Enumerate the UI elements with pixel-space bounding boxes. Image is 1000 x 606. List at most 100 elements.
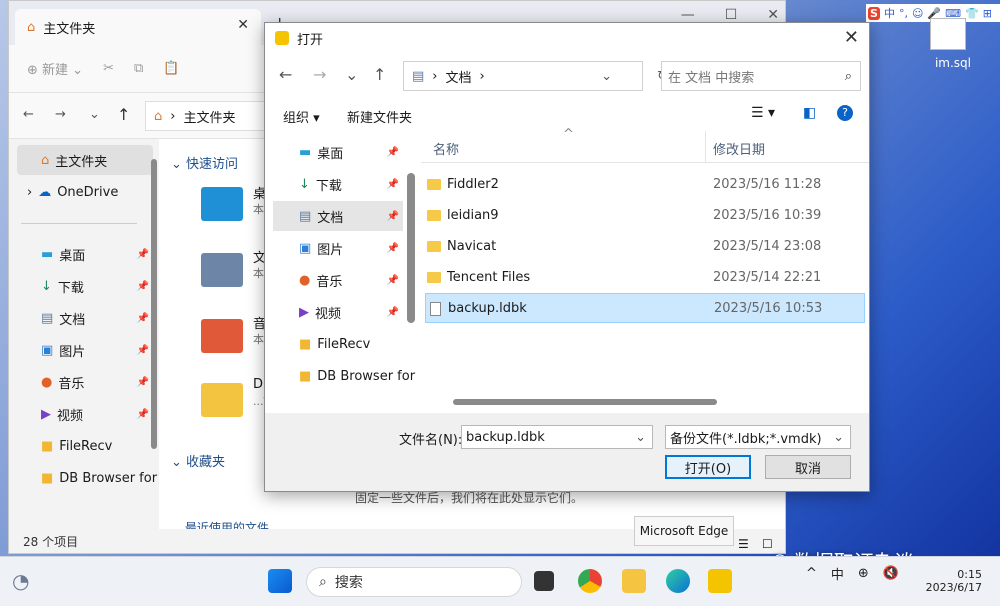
list-icon[interactable]: ☰ xyxy=(738,537,749,551)
column-name[interactable]: 名称 xyxy=(433,139,459,158)
new-button[interactable]: ⊕ 新建 ⌄ xyxy=(27,59,83,78)
music-folder-icon[interactable] xyxy=(201,319,243,353)
nav-item-onedrive[interactable]: › ☁ OneDrive xyxy=(17,177,153,207)
help-icon[interactable]: ? xyxy=(837,105,853,121)
copy-icon[interactable]: ⧉ xyxy=(134,61,143,76)
preview-pane-icon[interactable]: ◧ xyxy=(803,105,816,121)
dialog-nav-scrollbar[interactable] xyxy=(407,173,415,323)
nav-item-dbbrowser[interactable]: ■ DB Browser for xyxy=(17,463,157,493)
dialog-nav-filerecv[interactable]: ■ FileRecv xyxy=(273,329,403,359)
chevron-up-icon[interactable]: ^ xyxy=(806,566,817,581)
column-header: 名称 ^ 修改日期 xyxy=(421,127,869,163)
file-row[interactable]: Navicat 2023/5/14 23:08 xyxy=(425,231,865,261)
dialog-nav-documents[interactable]: ▤ 文档 📌 xyxy=(273,201,403,231)
dialog-nav-desktop[interactable]: ▬ 桌面 📌 xyxy=(273,137,403,167)
nav-item-music[interactable]: ● 音乐 📌 xyxy=(17,367,153,397)
sql-file-icon[interactable] xyxy=(930,18,966,50)
section-favorites[interactable]: ⌄ 收藏夹 xyxy=(171,451,225,470)
paste-icon[interactable]: 📋 xyxy=(163,61,179,76)
task-view-icon[interactable] xyxy=(534,571,554,591)
nav-item-documents[interactable]: ▤ 文档 📌 xyxy=(17,303,153,333)
file-row[interactable]: Tencent Files 2023/5/14 22:21 xyxy=(425,262,865,292)
back-icon[interactable]: ← xyxy=(279,65,292,84)
db-folder-icon[interactable] xyxy=(201,383,243,417)
widgets-icon[interactable]: ◔ xyxy=(12,569,29,593)
tray-lang[interactable]: 中 xyxy=(831,564,844,583)
dialog-titlebar: 打开 ✕ xyxy=(265,23,869,53)
nav-item-filerecv[interactable]: ■ FileRecv xyxy=(17,431,153,461)
explorer-tab[interactable]: ⌂ 主文件夹 ✕ xyxy=(15,9,261,45)
taskbar-search[interactable]: ⌕ 搜索 xyxy=(306,567,522,597)
chevron-down-icon[interactable]: ⌄ xyxy=(635,430,646,445)
chevron-down-icon[interactable]: ⌄ xyxy=(345,65,358,84)
open-button[interactable]: 打开(O) xyxy=(665,455,751,479)
nav-item-videos[interactable]: ▶ 视频 📌 xyxy=(17,399,153,429)
dialog-nav-downloads[interactable]: ↓ 下载 📌 xyxy=(273,169,403,199)
explorer-nav-pane: ⌂ 主文件夹 › ☁ OneDrive ▬ 桌面 📌 ↓ 下载 📌 ▤ 文档 📌 ▣ 图片 📌 … xyxy=(9,139,157,529)
nav-item-pictures[interactable]: ▣ 图片 📌 xyxy=(17,335,153,365)
dialog-path-field[interactable]: ▤ › 文档 › ⌄ ↻ xyxy=(403,61,668,91)
nav-scrollbar[interactable] xyxy=(151,159,157,449)
punct-icon: °, xyxy=(898,6,908,20)
file-row[interactable]: Fiddler2 2023/5/16 11:28 xyxy=(425,169,865,199)
dialog-search-input[interactable]: 在 文档 中搜索 ⌕ xyxy=(661,61,861,91)
nav-item-desktop[interactable]: ▬ 桌面 📌 xyxy=(17,239,153,269)
dialog-nav-music[interactable]: ● 音乐 📌 xyxy=(273,265,403,295)
window-icon[interactable]: ☐ xyxy=(762,537,773,551)
edge-icon[interactable] xyxy=(666,569,690,593)
up-icon[interactable]: ↑ xyxy=(373,65,386,84)
music-icon: ● xyxy=(41,374,53,390)
section-quick-access[interactable]: ⌄ 快速访问 xyxy=(171,153,238,172)
dialog-nav-dbbrowser[interactable]: ■ DB Browser for xyxy=(273,361,415,391)
close-tab-icon[interactable]: ✕ xyxy=(237,17,249,33)
maximize-icon[interactable]: ☐ xyxy=(725,7,738,23)
file-name: Fiddler2 xyxy=(447,176,499,192)
dialog-nav-pictures[interactable]: ▣ 图片 📌 xyxy=(273,233,403,263)
folder-icon: ■ xyxy=(299,368,312,384)
chevron-down-icon[interactable]: ⌄ xyxy=(89,107,100,122)
minimize-icon[interactable]: — xyxy=(681,7,695,23)
network-icon[interactable]: ⊕ xyxy=(858,566,869,581)
dialog-nav-videos[interactable]: ▶ 视频 📌 xyxy=(273,297,403,327)
close-icon[interactable]: ✕ xyxy=(844,27,859,48)
section-title: 快速访问 xyxy=(186,157,239,172)
file-icon xyxy=(430,302,441,316)
desktop-icon: ▬ xyxy=(41,246,54,262)
desktop-file-label[interactable]: im.sql xyxy=(928,56,978,70)
window-controls: — ☐ ✕ xyxy=(681,7,779,23)
clock[interactable]: 0:15 2023/6/17 xyxy=(916,568,982,594)
column-date[interactable]: 修改日期 xyxy=(713,139,765,158)
file-date: 2023/5/16 10:39 xyxy=(713,207,822,223)
volume-icon[interactable]: 🔇 xyxy=(883,566,899,581)
file-name: leidian9 xyxy=(447,207,499,223)
nav-item-downloads[interactable]: ↓ 下载 📌 xyxy=(17,271,153,301)
home-icon: ⌂ xyxy=(27,19,36,35)
organize-button[interactable]: 组织 ▾ xyxy=(283,107,320,126)
dialog-nav-label: FileRecv xyxy=(317,336,371,352)
file-row-selected[interactable]: backup.ldbk 2023/5/16 10:53 xyxy=(425,293,865,323)
documents-folder-icon[interactable] xyxy=(201,253,243,287)
cut-icon[interactable]: ✂ xyxy=(103,61,114,76)
close-window-icon[interactable]: ✕ xyxy=(767,7,779,23)
chevron-down-icon[interactable]: ⌄ xyxy=(601,69,612,84)
forward-icon[interactable]: → xyxy=(313,65,326,84)
filetype-select[interactable]: 备份文件(*.ldbk;*.vmdk) ⌄ xyxy=(665,425,851,449)
back-icon[interactable]: ← xyxy=(23,107,34,122)
start-icon[interactable] xyxy=(268,569,292,593)
dialog-path-text: 文档 xyxy=(445,70,472,86)
desktop-folder-icon[interactable] xyxy=(201,187,243,221)
file-row[interactable]: leidian9 2023/5/16 10:39 xyxy=(425,200,865,230)
chrome-icon[interactable] xyxy=(578,569,602,593)
up-icon[interactable]: ↑ xyxy=(117,105,130,124)
cancel-button[interactable]: 取消 xyxy=(765,455,851,479)
forward-icon[interactable]: → xyxy=(55,107,66,122)
new-folder-button[interactable]: 新建文件夹 xyxy=(347,107,412,126)
view-options-icon[interactable]: ☰ ▾ xyxy=(751,105,775,121)
dialog-nav-label: 桌面 xyxy=(317,146,344,162)
nav-item-home[interactable]: ⌂ 主文件夹 xyxy=(17,145,153,175)
filename-field[interactable]: backup.ldbk ⌄ xyxy=(461,425,653,449)
file-explorer-icon[interactable] xyxy=(622,569,646,593)
dialog-hscrollbar[interactable] xyxy=(453,399,717,405)
app-taskbar-icon[interactable] xyxy=(708,569,732,593)
chevron-down-icon[interactable]: ⌄ xyxy=(833,430,844,445)
